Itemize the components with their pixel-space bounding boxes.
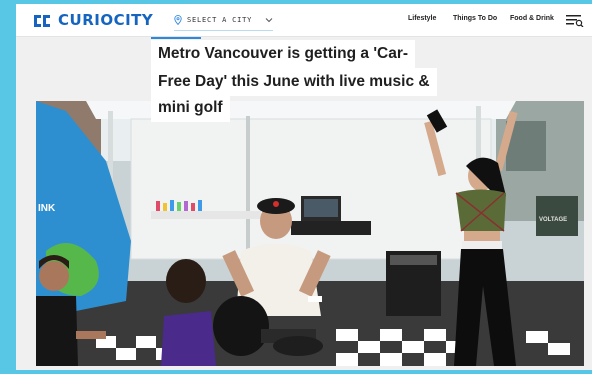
logo-mark-icon[interactable]: [34, 13, 52, 27]
city-selector[interactable]: SELECT A CITY: [174, 12, 274, 31]
headline-line-1[interactable]: Metro Vancouver is getting a 'Car-: [151, 40, 416, 68]
site-logo[interactable]: CURIOCITY: [58, 11, 153, 29]
headline-line-3[interactable]: mini golf: [151, 94, 230, 122]
hero-photo-illustration: INK VOLTAGE: [36, 101, 584, 366]
nav-things-to-do[interactable]: Things To Do: [453, 15, 497, 22]
city-select-label: SELECT A CITY: [187, 16, 253, 24]
menu-icon[interactable]: [566, 13, 584, 27]
chevron-down-icon: [265, 18, 273, 23]
location-pin-icon: [174, 15, 182, 25]
hero-image: INK VOLTAGE: [36, 101, 584, 366]
sign-text-ink: INK: [38, 203, 56, 214]
headline-line-2[interactable]: Free Day' this June with live music &: [151, 68, 437, 96]
browser-viewport: CURIOCITY SELECT A CITY Lifestyle Things…: [16, 4, 592, 370]
nav-lifestyle[interactable]: Lifestyle: [408, 15, 436, 22]
site-header: CURIOCITY SELECT A CITY Lifestyle Things…: [16, 4, 592, 37]
headline-accent-bar: [151, 37, 201, 39]
sign-text-voltage: VOLTAGE: [539, 217, 567, 223]
nav-food-drink[interactable]: Food & Drink: [510, 15, 554, 22]
